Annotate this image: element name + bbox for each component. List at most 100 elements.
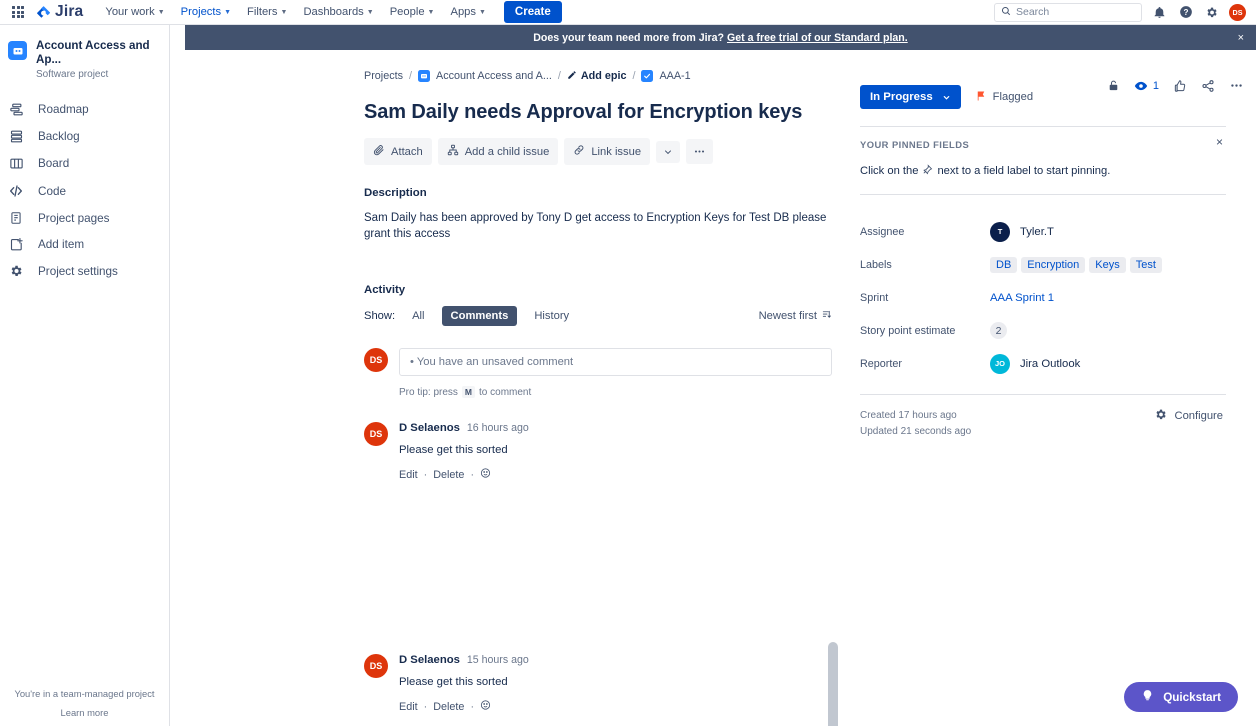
nav-item-projects[interactable]: Projects ▼ (173, 2, 239, 22)
page-title: Sam Daily needs Approval for Encryption … (364, 101, 803, 123)
project-avatar-icon (418, 70, 431, 82)
comment-delete-link[interactable]: Delete (433, 469, 464, 481)
activity-filter-all[interactable]: All (403, 306, 433, 326)
global-search[interactable] (994, 2, 1142, 22)
jira-home-logo[interactable]: Jira (36, 3, 83, 21)
avatar: T (990, 221, 1010, 242)
sidebar-nav-list: Roadmap Backlog Board Code Project pages… (0, 96, 169, 284)
nav-item-apps[interactable]: Apps ▼ (442, 2, 493, 22)
breadcrumb: Projects / Account Access and A... / Add… (364, 68, 850, 84)
breadcrumb-add-epic[interactable]: Add epic (567, 70, 626, 83)
comment-input[interactable]: • You have an unsaved comment (399, 348, 832, 376)
sidebar-item-roadmap[interactable]: Roadmap (0, 96, 169, 123)
add-reaction-icon[interactable] (480, 467, 492, 482)
vertical-scrollbar[interactable] (827, 642, 839, 726)
sidebar-project-name: Account Access and Ap... (36, 39, 150, 66)
close-icon[interactable]: × (1216, 135, 1223, 149)
link-issue-button[interactable]: Link issue (564, 138, 651, 165)
sidebar-item-project-pages[interactable]: Project pages (0, 205, 169, 231)
comment-edit-link[interactable]: Edit (399, 469, 418, 481)
scrollbar-thumb[interactable] (828, 642, 838, 726)
pages-icon (7, 211, 25, 225)
nav-item-your-work[interactable]: Your work ▼ (97, 2, 172, 22)
breadcrumb-projects[interactable]: Projects (364, 70, 403, 82)
nav-item-filters[interactable]: Filters ▼ (239, 2, 295, 22)
sidebar-item-add-item[interactable]: Add item (0, 231, 169, 258)
sidebar-project-header[interactable]: Account Access and Ap... Software projec… (0, 35, 169, 80)
more-actions-caret-button[interactable] (656, 140, 681, 163)
avatar: DS (364, 348, 388, 372)
chevron-down-icon: ▼ (427, 8, 435, 16)
field-label: Sprint (860, 291, 889, 304)
status-row: In Progress Flagged (850, 85, 1236, 109)
quickstart-button[interactable]: Quickstart (1124, 682, 1238, 712)
sidebar-item-label: Board (38, 157, 70, 170)
comment-actions: Edit · Delete · (399, 699, 529, 714)
status-dropdown[interactable]: In Progress (860, 85, 961, 109)
create-button[interactable]: Create (503, 1, 562, 23)
label-chip[interactable]: Encryption (1021, 256, 1086, 273)
search-input[interactable] (1016, 6, 1135, 18)
comment-author[interactable]: D Selaenos (399, 654, 460, 666)
activity-filter-history[interactable]: History (525, 306, 578, 326)
label-chip[interactable]: Keys (1089, 256, 1126, 273)
banner-close-icon[interactable]: × (1238, 32, 1244, 44)
field-value[interactable]: T Tyler.T (990, 221, 1054, 242)
field-label: Assignee (860, 225, 905, 238)
comment-edit-link[interactable]: Edit (399, 701, 418, 713)
add-reaction-icon[interactable] (480, 699, 492, 714)
upgrade-banner: Does your team need more from Jira? Get … (185, 25, 1256, 50)
comment-placeholder: • You have an unsaved comment (410, 356, 574, 368)
activity-filter-comments[interactable]: Comments (441, 306, 518, 326)
chevron-down-icon (665, 149, 672, 154)
sidebar-item-board[interactable]: Board (0, 150, 169, 177)
add-child-issue-button[interactable]: Add a child issue (437, 138, 559, 165)
field-value[interactable]: JO Jira Outlook (990, 353, 1080, 374)
issue-more-menu-button[interactable] (686, 139, 714, 164)
comment-delete-link[interactable]: Delete (433, 701, 464, 713)
breadcrumb-project[interactable]: Account Access and A... (436, 70, 552, 82)
sort-descending-icon (821, 309, 832, 323)
code-icon (7, 183, 25, 199)
sprint-link[interactable]: AAA Sprint 1 (990, 292, 1054, 304)
configure-button[interactable]: Configure (1154, 408, 1226, 424)
comment-author[interactable]: D Selaenos (399, 422, 460, 434)
label-chip[interactable]: Test (1129, 256, 1162, 273)
learn-more-link[interactable]: Learn more (0, 707, 169, 718)
comment-actions: Edit · Delete · (399, 467, 850, 482)
story-point-badge[interactable]: 2 (990, 322, 1007, 339)
sidebar-item-backlog[interactable]: Backlog (0, 123, 169, 150)
label-chip[interactable]: DB (990, 256, 1018, 273)
created-timestamp: Created 17 hours ago (860, 410, 957, 421)
description-text[interactable]: Sam Daily has been approved by Tony D ge… (364, 210, 850, 242)
sidebar-item-label: Backlog (38, 130, 80, 143)
nav-item-dashboards[interactable]: Dashboards ▼ (295, 2, 381, 22)
jira-wordmark: Jira (55, 3, 84, 20)
issue-view: Projects / Account Access and A... / Add… (170, 50, 1256, 726)
nav-item-people[interactable]: People ▼ (382, 2, 443, 22)
add-item-icon (7, 237, 25, 252)
field-label: Reporter (860, 357, 903, 370)
sidebar-item-code[interactable]: Code (0, 177, 169, 205)
story-type-icon (641, 70, 654, 82)
label-chips: DB Encryption Keys Test (990, 256, 1162, 273)
profile-avatar[interactable]: DS (1229, 3, 1246, 21)
attach-button[interactable]: Attach (364, 138, 432, 165)
chevron-down-icon: ▼ (366, 8, 374, 16)
pencil-icon (567, 70, 577, 83)
sidebar-footer: You're in a team-managed project Learn m… (0, 688, 169, 718)
notification-bell-icon[interactable] (1151, 4, 1168, 21)
breadcrumb-separator: / (409, 70, 413, 82)
comment-protip: Pro tip: press M to comment (399, 386, 532, 398)
chevron-down-icon: ▼ (280, 8, 288, 16)
sidebar-item-label: Roadmap (38, 103, 89, 116)
banner-trial-link[interactable]: Get a free trial of our Standard plan. (727, 32, 908, 44)
gear-icon[interactable] (1203, 4, 1220, 21)
activity-sort-button[interactable]: Newest first (759, 309, 850, 323)
breadcrumb-issue-key[interactable]: AAA-1 (659, 70, 690, 82)
sidebar-item-project-settings[interactable]: Project settings (0, 258, 169, 284)
help-icon[interactable]: ? (1177, 4, 1194, 21)
paperclip-icon (373, 144, 385, 159)
chevron-down-icon: ▼ (478, 8, 486, 16)
app-switcher-icon[interactable] (8, 0, 28, 25)
